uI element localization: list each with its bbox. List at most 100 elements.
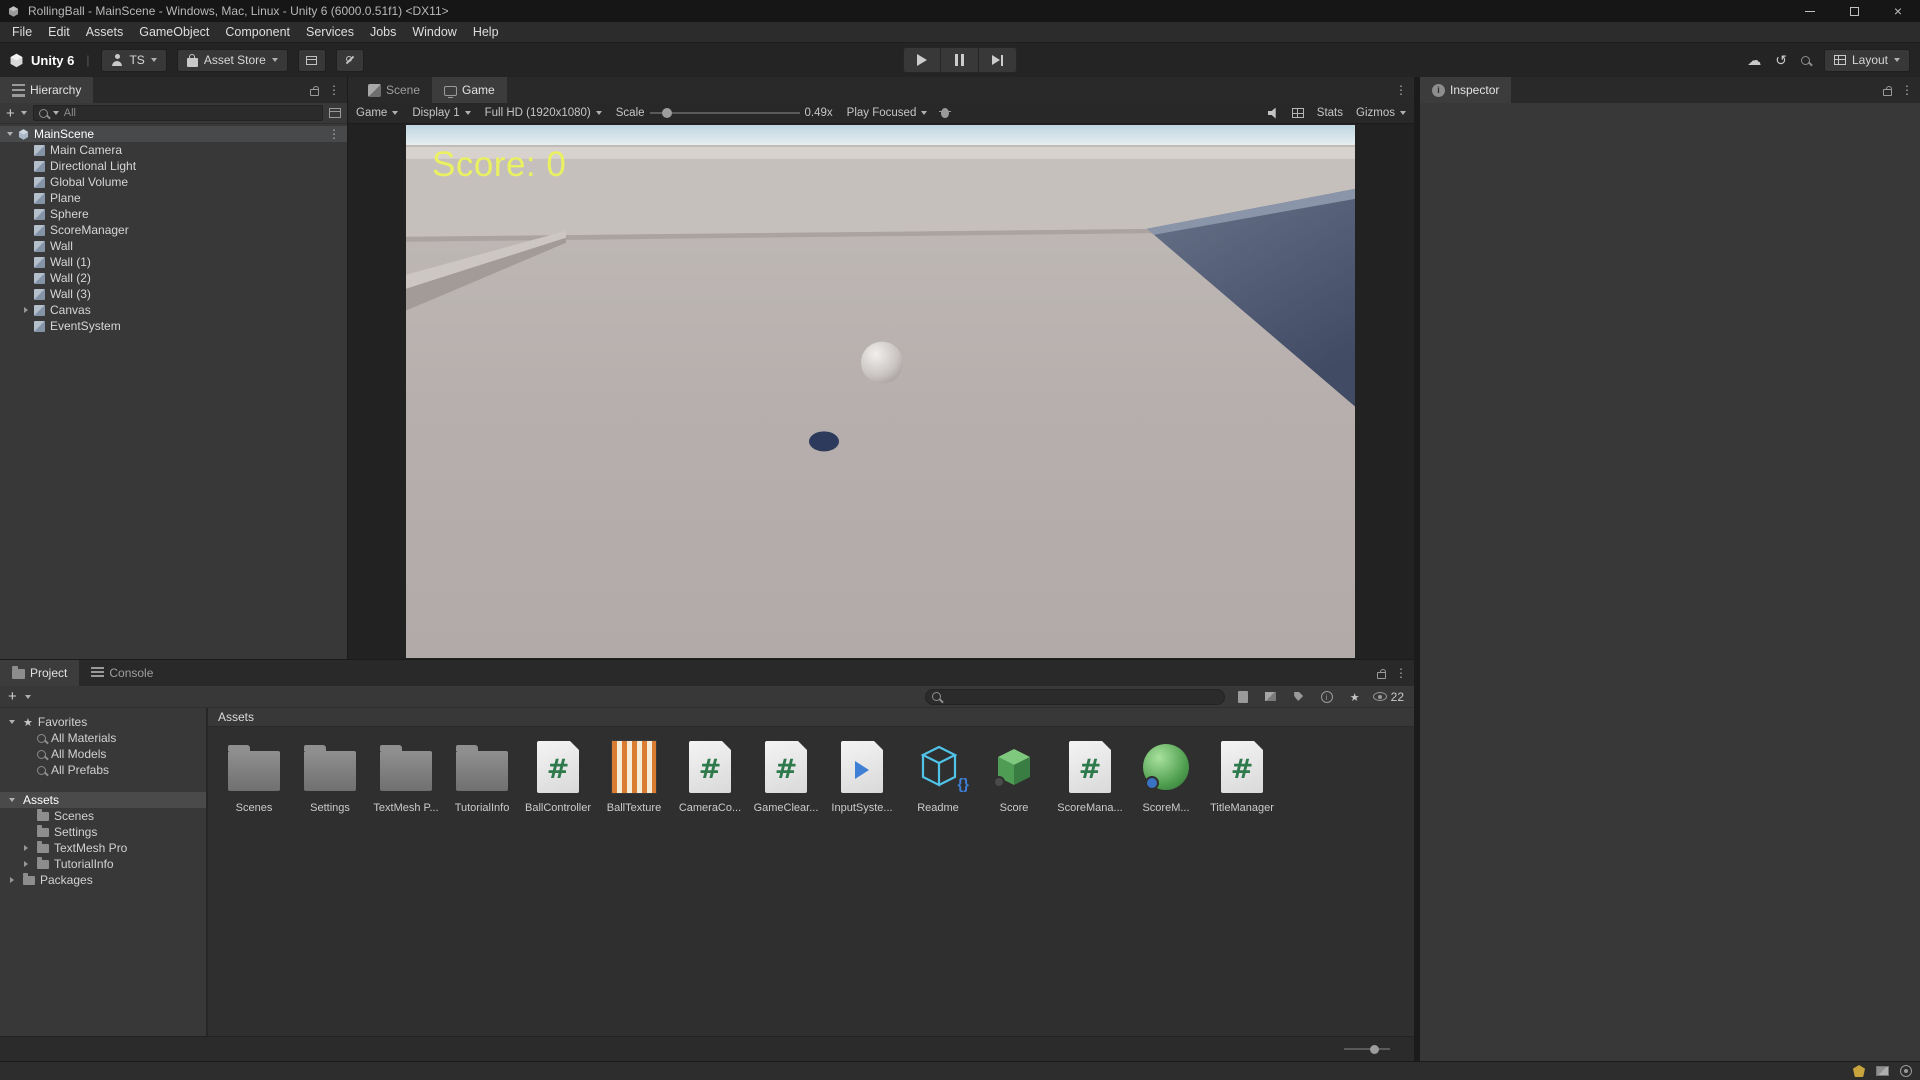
asset-ballcontroller[interactable]: BallController <box>525 737 591 814</box>
panel-menu-icon[interactable] <box>328 83 340 97</box>
asset-readme[interactable]: Readme <box>908 737 968 814</box>
menu-window[interactable]: Window <box>404 25 464 39</box>
sidebar-folder-settings[interactable]: Settings <box>0 824 206 840</box>
menu-gameobject[interactable]: GameObject <box>131 25 217 39</box>
hierarchy-item-wall-3[interactable]: Wall (3) <box>0 286 347 302</box>
menu-assets[interactable]: Assets <box>78 25 132 39</box>
minimize-button[interactable] <box>1788 0 1832 22</box>
expand-caret-icon[interactable] <box>4 132 16 136</box>
panel-menu-icon[interactable] <box>1395 666 1407 680</box>
hierarchy-item-canvas[interactable]: Canvas <box>0 302 347 318</box>
scale-slider-handle[interactable] <box>661 108 672 118</box>
sidebar-all-prefabs[interactable]: All Prefabs <box>0 762 206 778</box>
tab-console[interactable]: Console <box>79 660 165 686</box>
search-by-importer-button[interactable] <box>1261 692 1281 701</box>
search-by-label-button[interactable] <box>1289 692 1309 701</box>
menu-jobs[interactable]: Jobs <box>362 25 404 39</box>
cloud-icon[interactable] <box>1747 52 1761 69</box>
add-asset-button[interactable] <box>8 689 17 704</box>
maximize-button[interactable] <box>1832 0 1876 22</box>
asset-balltexture[interactable]: BallTexture <box>604 737 664 814</box>
pause-button[interactable] <box>941 47 979 73</box>
asset-scenes[interactable]: Scenes <box>224 737 284 814</box>
zoom-slider-handle[interactable] <box>1369 1044 1379 1054</box>
sidebar-packages-root[interactable]: Packages <box>0 872 206 888</box>
history-icon[interactable] <box>1775 52 1787 69</box>
project-search-input[interactable] <box>924 688 1225 705</box>
sidebar-all-models[interactable]: All Models <box>0 746 206 762</box>
add-gameobject-button[interactable] <box>6 106 15 121</box>
notification-icon[interactable] <box>1853 1065 1865 1077</box>
asset-scoremana[interactable]: ScoreMana... <box>1057 737 1123 814</box>
menu-services[interactable]: Services <box>298 25 362 39</box>
hierarchy-item-plane[interactable]: Plane <box>0 190 347 206</box>
resolution-dropdown[interactable]: Full HD (1920x1080) <box>485 107 602 119</box>
stats-toggle[interactable]: Stats <box>1317 107 1343 119</box>
hierarchy-item-sphere[interactable]: Sphere <box>0 206 347 222</box>
asset-settings[interactable]: Settings <box>300 737 360 814</box>
panel-menu-icon[interactable] <box>1901 83 1913 97</box>
hidden-items-indicator[interactable]: 22 <box>1372 690 1404 704</box>
asset-titlemanager[interactable]: TitleManager <box>1210 737 1274 814</box>
display-dropdown[interactable]: Display 1 <box>412 107 471 119</box>
asset-inputsyste[interactable]: InputSyste... <box>831 737 893 814</box>
search-options-icon[interactable] <box>329 108 341 118</box>
thumbnail-zoom-slider[interactable] <box>1344 1044 1390 1054</box>
version-control-button[interactable] <box>297 48 326 72</box>
tab-scene[interactable]: Scene <box>356 77 432 103</box>
tools-button[interactable] <box>335 48 364 72</box>
hierarchy-item-wall-1[interactable]: Wall (1) <box>0 254 347 270</box>
tab-game[interactable]: Game <box>432 77 507 103</box>
save-search-button[interactable] <box>1345 690 1365 704</box>
asset-tutorialinfo[interactable]: TutorialInfo <box>452 737 512 814</box>
console-message-icon[interactable] <box>1876 1066 1889 1076</box>
hierarchy-item-wall[interactable]: Wall <box>0 238 347 254</box>
sidebar-folder-textmesh-pro[interactable]: TextMesh Pro <box>0 840 206 856</box>
hierarchy-item-main-camera[interactable]: Main Camera <box>0 142 347 158</box>
hierarchy-item-mainscene[interactable]: MainScene <box>0 126 347 142</box>
hierarchy-item-wall-2[interactable]: Wall (2) <box>0 270 347 286</box>
vsync-icon[interactable] <box>1291 108 1304 118</box>
sidebar-folder-tutorialinfo[interactable]: TutorialInfo <box>0 856 206 872</box>
lock-icon[interactable] <box>310 85 319 96</box>
scale-slider[interactable] <box>649 108 800 118</box>
gizmos-dropdown[interactable]: Gizmos <box>1356 107 1406 119</box>
search-icon[interactable] <box>1800 55 1810 65</box>
asset-gameclear[interactable]: GameClear... <box>754 737 818 814</box>
account-dropdown[interactable]: TS <box>101 48 167 72</box>
game-mode-dropdown[interactable]: Game <box>356 107 399 119</box>
progress-icon[interactable] <box>1900 1065 1912 1077</box>
panel-menu-icon[interactable] <box>1395 83 1407 97</box>
tab-inspector[interactable]: Inspector <box>1420 77 1512 103</box>
step-button[interactable] <box>979 47 1017 73</box>
sidebar-favorites[interactable]: Favorites <box>0 714 206 730</box>
hierarchy-item-directional-light[interactable]: Directional Light <box>0 158 347 174</box>
tab-project[interactable]: Project <box>0 660 80 686</box>
chevron-down-icon[interactable] <box>20 111 27 115</box>
lock-icon[interactable] <box>1883 85 1892 96</box>
sidebar-folder-scenes[interactable]: Scenes <box>0 808 206 824</box>
info-button[interactable] <box>1317 690 1337 703</box>
scene-options-icon[interactable] <box>328 127 340 141</box>
asset-cameraco[interactable]: CameraCo... <box>679 737 741 814</box>
mute-audio-icon[interactable] <box>1267 107 1276 119</box>
asset-scorem[interactable]: ScoreM... <box>1136 737 1196 814</box>
hierarchy-search-input[interactable]: All <box>32 105 323 121</box>
sidebar-assets-root[interactable]: Assets <box>0 792 206 808</box>
layout-dropdown[interactable]: Layout <box>1823 48 1910 72</box>
sidebar-all-materials[interactable]: All Materials <box>0 730 206 746</box>
asset-textmesh-p[interactable]: TextMesh P... <box>373 737 439 814</box>
debug-icon[interactable] <box>939 108 952 118</box>
hierarchy-item-eventsystem[interactable]: EventSystem <box>0 318 347 334</box>
menu-help[interactable]: Help <box>465 25 507 39</box>
play-focused-dropdown[interactable]: Play Focused <box>847 107 928 119</box>
search-by-type-button[interactable] <box>1233 690 1253 703</box>
expand-caret-icon[interactable] <box>20 307 32 313</box>
hierarchy-item-global-volume[interactable]: Global Volume <box>0 174 347 190</box>
play-button[interactable] <box>903 47 941 73</box>
asset-score[interactable]: Score <box>984 737 1044 814</box>
asset-store-dropdown[interactable]: Asset Store <box>176 48 288 72</box>
hierarchy-item-scoremanager[interactable]: ScoreManager <box>0 222 347 238</box>
tab-hierarchy[interactable]: Hierarchy <box>0 77 94 103</box>
close-button[interactable]: × <box>1876 0 1920 22</box>
